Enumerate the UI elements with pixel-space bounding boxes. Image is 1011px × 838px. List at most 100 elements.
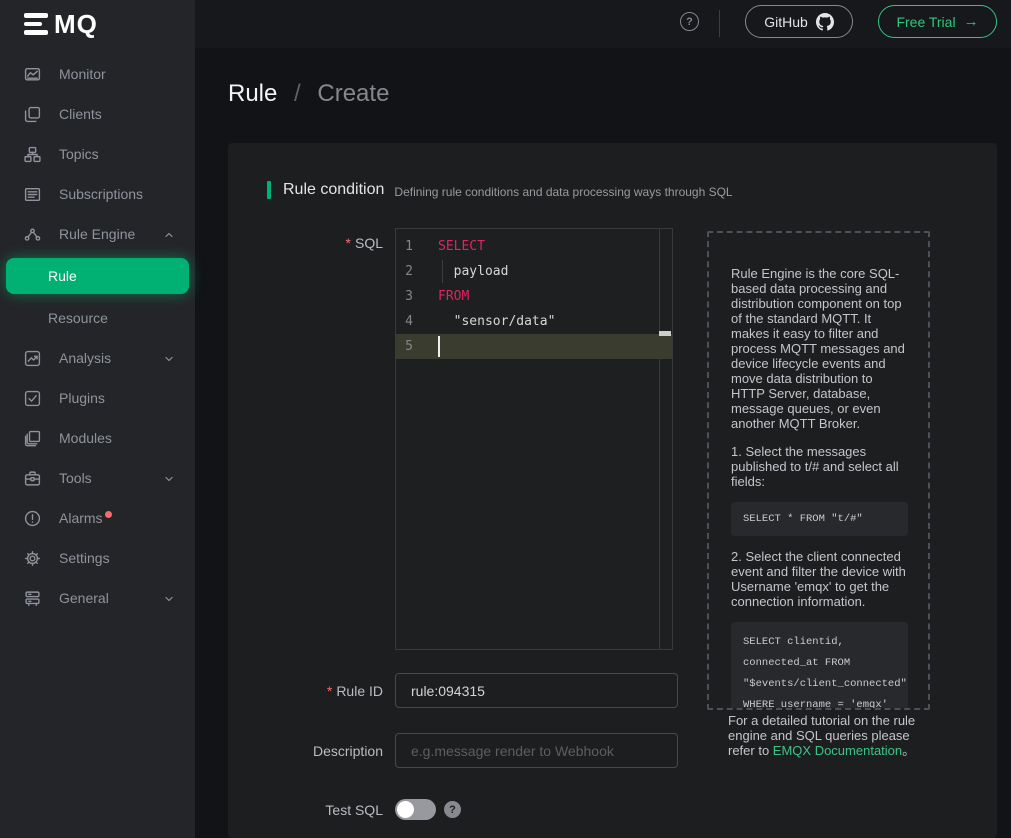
rule-id-field-label: *Rule ID [228,683,383,699]
emq-logo[interactable]: MQ [0,0,195,48]
sidebar-item-label: Clients [59,106,102,122]
sql-editor[interactable]: 1 SELECT 2 payload 3 FROM 4 "sensor/data… [395,228,673,650]
section-subtitle: Defining rule conditions and data proces… [394,182,732,199]
analysis-icon [24,350,41,367]
sidebar-item-clients[interactable]: Clients [0,94,195,134]
rule-create-card: Rule condition Defining rule conditions … [228,143,997,838]
line-number: 2 [396,259,438,284]
free-trial-button[interactable]: Free Trial → [878,5,997,38]
test-sql-help-icon[interactable]: ? [444,801,461,818]
sidebar-item-label: Modules [59,430,112,446]
sidebar-item-rule-engine[interactable]: Rule Engine [0,214,195,254]
help-code-example-1: SELECT * FROM "t/#" [731,502,908,536]
description-field-label: Description [228,743,383,759]
section-title: Rule condition [283,181,384,199]
required-marker: * [346,235,351,251]
line-number: 4 [396,309,438,334]
line-number: 1 [396,234,438,259]
free-trial-label: Free Trial [896,14,955,30]
test-sql-toggle[interactable] [395,799,436,820]
sidebar: MQ Monitor Clients Topics [0,0,195,838]
topbar: ? GitHub Free Trial → [195,0,1011,48]
sidebar-item-label: Topics [59,146,99,162]
sidebar-item-label: Rule Engine [59,226,135,242]
rule-engine-help-panel: Rule Engine is the core SQL-based data p… [707,231,930,710]
rule-engine-icon [24,226,41,243]
app-root: MQ Monitor Clients Topics [0,0,1011,838]
sidebar-item-analysis[interactable]: Analysis [0,338,195,378]
sql-editor-line: 2 payload [396,259,672,284]
documentation-note: For a detailed tutorial on the rule engi… [728,713,935,758]
toggle-knob [397,801,414,818]
chevron-down-icon [163,352,175,364]
topbar-divider [719,10,720,37]
section-accent-bar [267,181,271,199]
sidebar-item-topics[interactable]: Topics [0,134,195,174]
alarms-icon [24,510,41,527]
gear-icon [24,550,41,567]
sidebar-item-label: Resource [48,310,108,326]
sidebar-item-monitor[interactable]: Monitor [0,54,195,94]
emqx-documentation-link[interactable]: EMQX Documentation [773,743,902,758]
sidebar-item-resource[interactable]: Resource [0,298,195,338]
breadcrumb-create: Create [317,80,389,107]
sidebar-item-label: Settings [59,550,110,566]
sql-editor-line: 1 SELECT [396,234,672,259]
help-step1: 1. Select the messages published to t/# … [731,444,908,489]
chevron-down-icon [163,472,175,484]
emq-logo-text: MQ [54,9,98,40]
sql-text: payload [438,259,508,284]
sidebar-item-tools[interactable]: Tools [0,458,195,498]
sidebar-item-modules[interactable]: Modules [0,418,195,458]
sidebar-item-plugins[interactable]: Plugins [0,378,195,418]
chevron-up-icon [163,228,175,240]
emq-logo-bars-icon [24,13,48,35]
sidebar-item-subscriptions[interactable]: Subscriptions [0,174,195,214]
sidebar-item-label: Alarms [59,510,103,526]
editor-scrollbar-thumb[interactable] [659,331,671,336]
editor-scrollbar[interactable] [659,229,672,649]
github-button[interactable]: GitHub [745,5,853,38]
main-content: Rule / Create Rule condition Defining ru… [195,48,1011,838]
monitor-icon [24,66,41,83]
sql-keyword: SELECT [438,234,485,259]
rule-id-input[interactable] [395,673,678,708]
clients-icon [24,106,41,123]
plugins-icon [24,390,41,407]
sidebar-item-alarms[interactable]: Alarms [0,498,195,538]
breadcrumb: Rule / Create [228,80,389,108]
section-header: Rule condition Defining rule conditions … [267,181,733,199]
sidebar-item-label: Analysis [59,350,111,366]
sql-editor-line: 4 "sensor/data" [396,309,672,334]
subscriptions-icon [24,186,41,203]
sql-editor-line: 3 FROM [396,284,672,309]
sidebar-item-settings[interactable]: Settings [0,538,195,578]
github-button-label: GitHub [764,14,808,30]
breadcrumb-rule[interactable]: Rule [228,80,277,107]
sidebar-item-general[interactable]: General [0,578,195,618]
chevron-down-icon [163,592,175,604]
line-number: 5 [396,334,438,359]
topics-icon [24,146,41,163]
sql-text: "sensor/data" [438,309,555,334]
sidebar-item-rule[interactable]: Rule [6,258,189,294]
sidebar-item-label: Tools [59,470,92,486]
sidebar-item-label: Plugins [59,390,105,406]
help-icon[interactable]: ? [680,12,699,31]
general-icon [24,590,41,607]
sidebar-item-label: Subscriptions [59,186,143,202]
sql-keyword: FROM [438,284,469,309]
arrow-right-icon: → [964,13,979,30]
github-icon [816,13,834,31]
breadcrumb-separator: / [294,80,301,107]
help-code-example-2: SELECT clientid, connected_at FROM "$eve… [731,622,908,710]
text-cursor [438,336,440,357]
sidebar-item-label: Rule [48,268,77,284]
help-intro: Rule Engine is the core SQL-based data p… [731,266,908,431]
sidebar-item-label: General [59,590,109,606]
modules-icon [24,430,41,447]
tools-icon [24,470,41,487]
description-input[interactable] [395,733,678,768]
sql-editor-active-line: 5 [396,334,672,359]
test-sql-field-label: Test SQL [228,802,383,818]
